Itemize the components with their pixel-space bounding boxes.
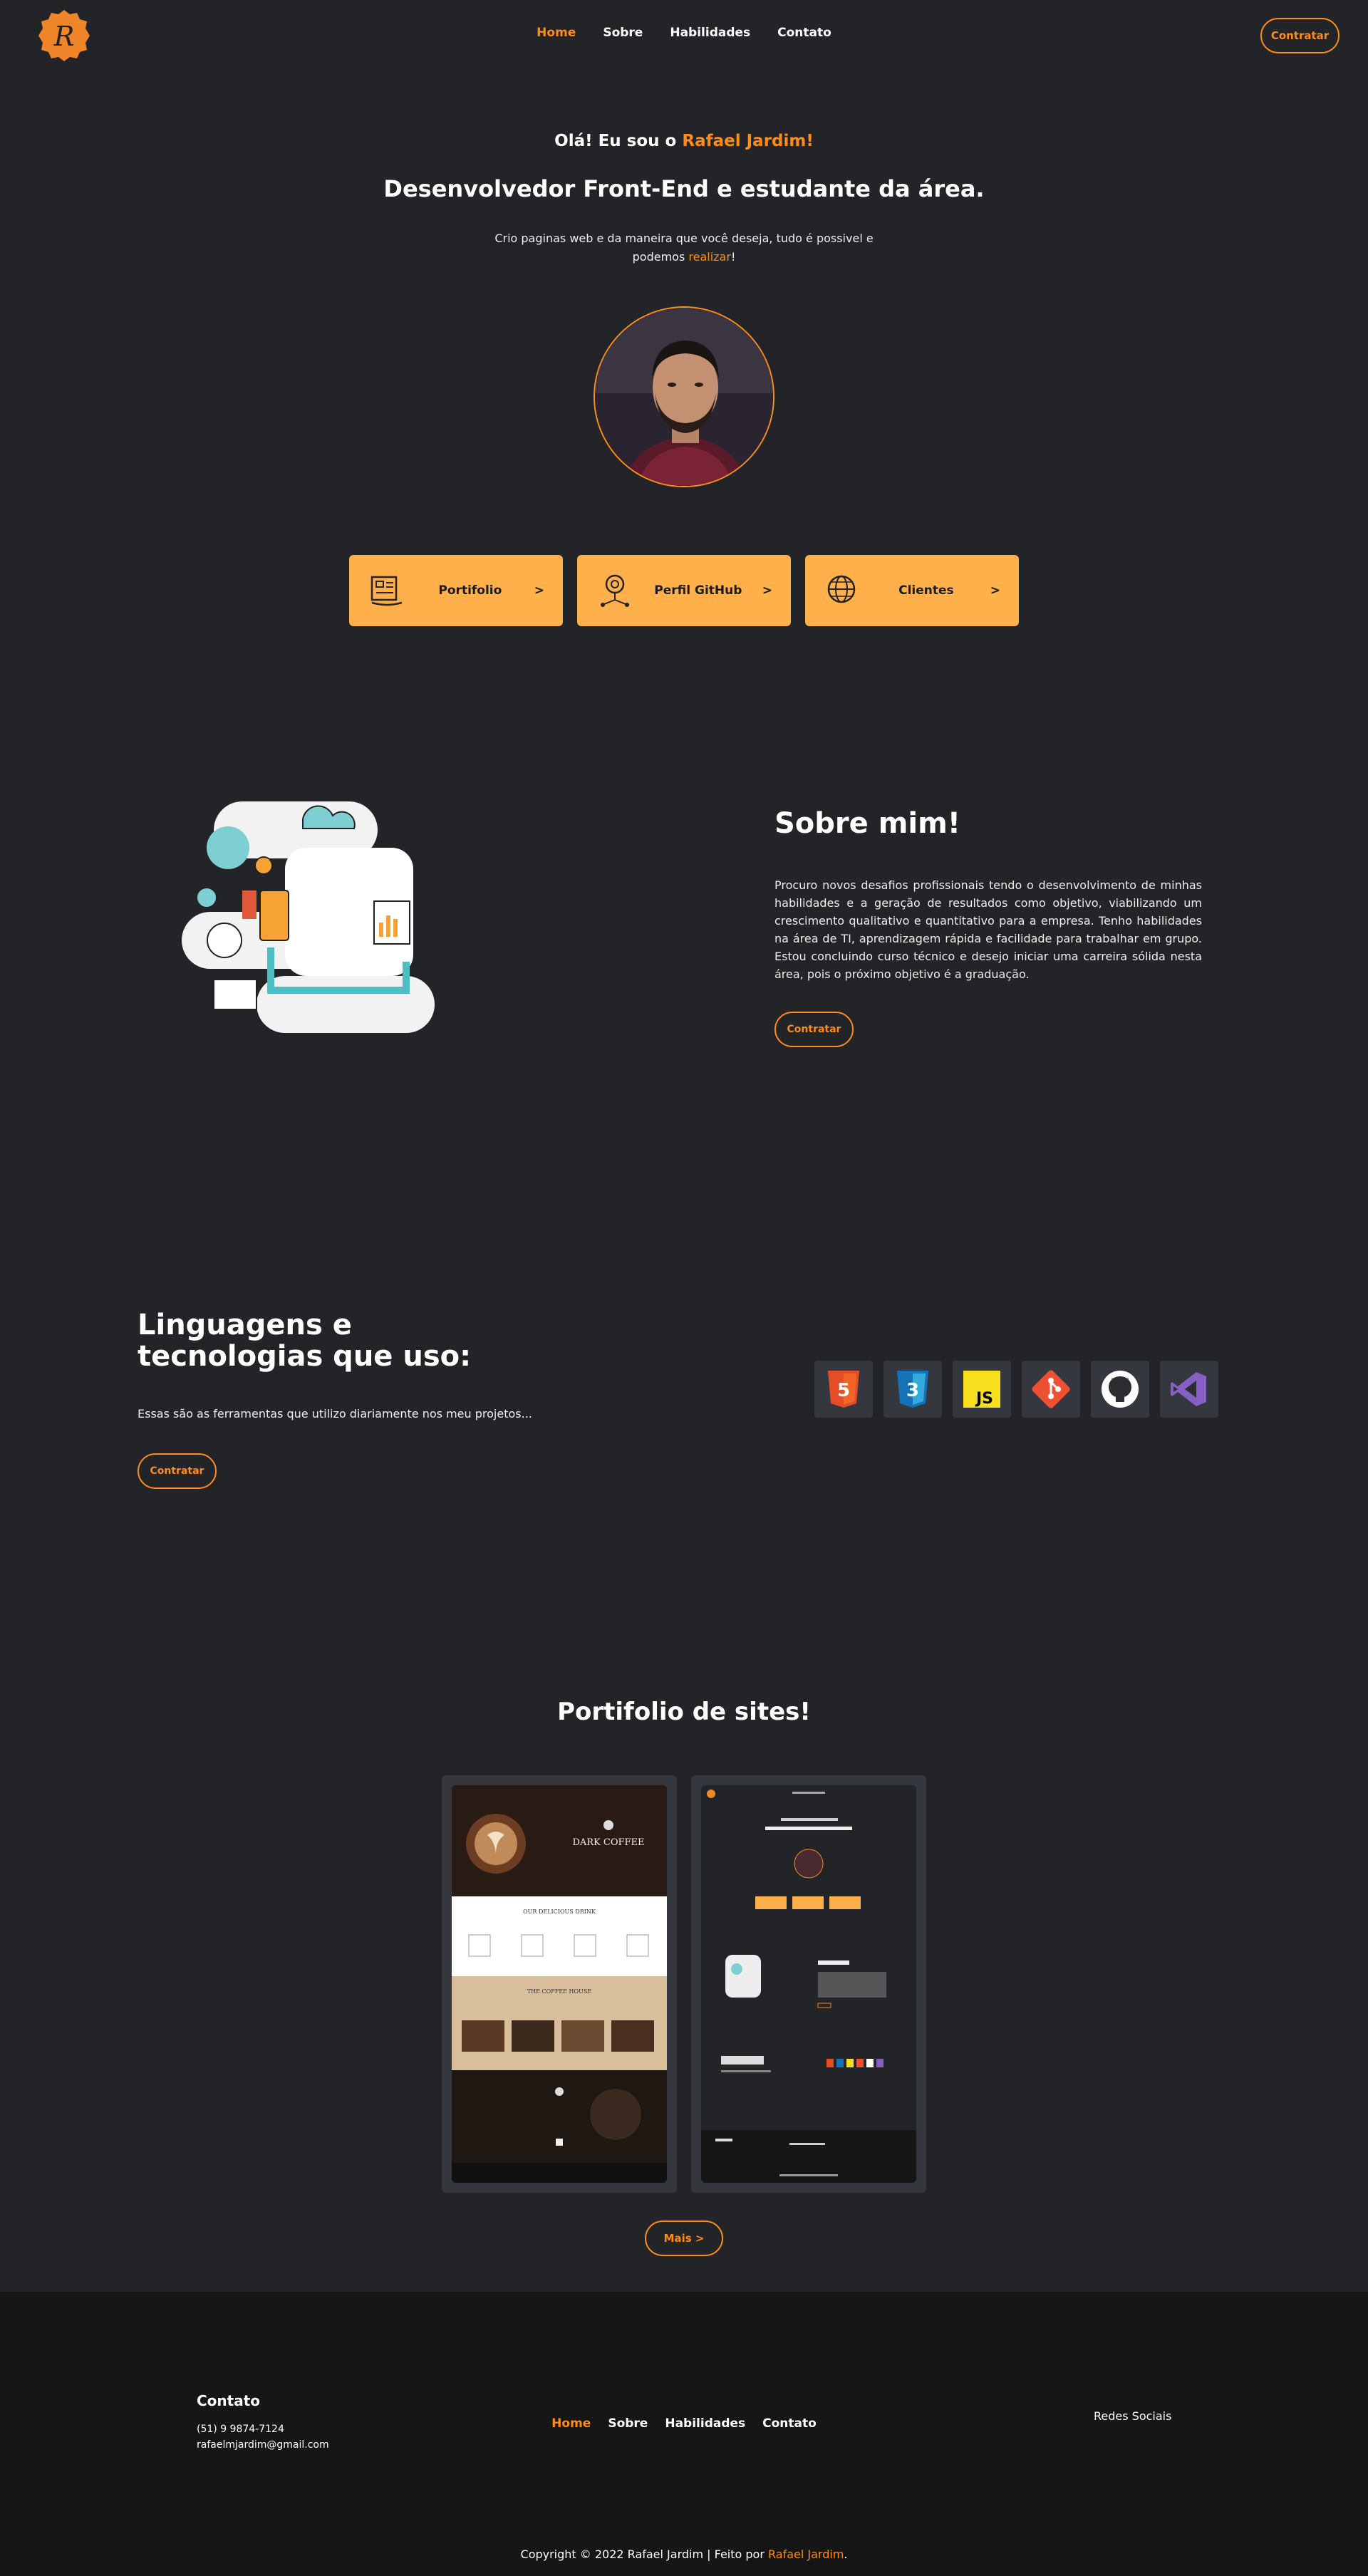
svg-text:DARK COFFEE: DARK COFFEE — [572, 1837, 644, 1848]
portfolio-thumb-dark-coffee[interactable]: DARK COFFEE OUR DELICIOUS DRINK THE COFF… — [442, 1775, 677, 2193]
copyright-name[interactable]: Rafael Jardim — [768, 2548, 844, 2561]
svg-text:JS: JS — [975, 1390, 993, 1408]
avatar-image — [595, 308, 773, 486]
svg-text:5: 5 — [837, 1380, 850, 1401]
profile-photo — [594, 306, 774, 487]
dark-coffee-screenshot: DARK COFFEE OUR DELICIOUS DRINK THE COFF… — [452, 1785, 667, 2183]
nav-sobre[interactable]: Sobre — [600, 26, 646, 40]
languages-title-line2: tecnologias que uso: — [138, 1340, 472, 1373]
more-projects-button[interactable]: Mais > — [645, 2221, 723, 2256]
header-contratar-button[interactable]: Contratar — [1260, 18, 1340, 53]
copyright-prefix: Copyright © 2022 Rafael Jardim | Feito p… — [520, 2548, 768, 2561]
footer-contact-title: Contato — [197, 2392, 261, 2409]
portfolio-card-label: Portifolio — [438, 583, 502, 598]
site-header: R Home Sobre Habilidades Contato Contrat… — [0, 0, 1368, 71]
footer-social: Redes Sociais — [1094, 2409, 1172, 2423]
globe-icon — [827, 575, 856, 603]
chevron-right-icon: > — [534, 583, 544, 598]
footer-nav-home[interactable]: Home — [551, 2416, 591, 2431]
portfolio-card[interactable]: Portifolio > — [349, 555, 563, 626]
github-card[interactable]: Perfil GitHub > — [577, 555, 791, 626]
svg-text:3: 3 — [906, 1380, 919, 1401]
css3-icon: 3 — [884, 1361, 942, 1418]
hero-title: Desenvolvedor Front-End e estudante da á… — [383, 175, 985, 202]
footer-nav-habilidades[interactable]: Habilidades — [665, 2416, 745, 2431]
about-contratar-button[interactable]: Contratar — [774, 1012, 854, 1047]
about-illustration — [178, 798, 435, 1033]
git-icon — [1022, 1361, 1080, 1418]
nav-habilidades[interactable]: Habilidades — [667, 26, 753, 40]
github-card-label: Perfil GitHub — [654, 583, 742, 598]
languages-description: Essas são as ferramentas que utilizo dia… — [138, 1407, 532, 1421]
html5-icon: 5 — [814, 1361, 873, 1418]
chevron-right-icon: > — [990, 583, 1000, 598]
visual-studio-icon — [1160, 1361, 1218, 1418]
languages-contratar-button[interactable]: Contratar — [138, 1453, 217, 1489]
portfolio-thumb-personal-site[interactable] — [691, 1775, 926, 2193]
copyright-suffix: . — [844, 2548, 848, 2561]
hero-greeting: Olá! Eu sou o Rafael Jardim! — [0, 132, 1368, 150]
dark-coffee-preview: DARK COFFEE OUR DELICIOUS DRINK THE COFF… — [452, 1785, 667, 2183]
clients-card-label: Clientes — [898, 583, 954, 598]
greeting-name: Rafael Jardim! — [682, 132, 814, 150]
quick-links: Portifolio > Perfil GitHub > Clientes > — [349, 555, 1019, 626]
footer-copyright: Copyright © 2022 Rafael Jardim | Feito p… — [0, 2548, 1368, 2561]
nav-contato[interactable]: Contato — [774, 26, 834, 40]
clients-card[interactable]: Clientes > — [805, 555, 1019, 626]
languages-title: Linguagens e tecnologias que uso: — [138, 1309, 494, 1372]
hero-desc-highlight: realizar — [688, 250, 731, 264]
hero-description: Crio paginas web e da maneira que você d… — [470, 229, 898, 266]
nav-home[interactable]: Home — [534, 26, 579, 40]
svg-text:OUR DELICIOUS DRINK: OUR DELICIOUS DRINK — [523, 1908, 596, 1915]
personal-site-preview — [701, 1785, 916, 2183]
about-text: Procuro novos desafios profissionais ten… — [774, 878, 1202, 981]
tech-icons: 5 3 JS — [814, 1361, 1218, 1418]
footer-nav-sobre[interactable]: Sobre — [608, 2416, 648, 2431]
main-nav: Home Sobre Habilidades Contato — [0, 26, 1368, 40]
footer-email[interactable]: rafaelmjardim@gmail.com — [197, 2439, 329, 2451]
about-title: Sobre mim! — [774, 807, 961, 840]
github-icon — [1091, 1361, 1149, 1418]
personal-site-screenshot — [701, 1785, 916, 2183]
github-network-icon — [601, 574, 629, 607]
hero-desc-line1: Crio paginas web e da maneira que você d… — [494, 232, 874, 245]
portfolio-icon — [370, 576, 403, 606]
hero-desc-line2: podemos — [632, 250, 689, 264]
footer-nav-contato[interactable]: Contato — [762, 2416, 817, 2431]
hero-desc-suffix: ! — [730, 250, 736, 264]
svg-text:THE COFFEE HOUSE: THE COFFEE HOUSE — [527, 1988, 591, 1995]
javascript-icon: JS — [953, 1361, 1011, 1418]
greeting-prefix: Olá! Eu sou o — [554, 132, 683, 150]
tech-illustration-icon — [182, 801, 435, 1033]
portfolio-title: Portifolio de sites! — [557, 1698, 811, 1726]
languages-title-line1: Linguagens e — [138, 1309, 352, 1341]
chevron-right-icon: > — [762, 583, 772, 598]
